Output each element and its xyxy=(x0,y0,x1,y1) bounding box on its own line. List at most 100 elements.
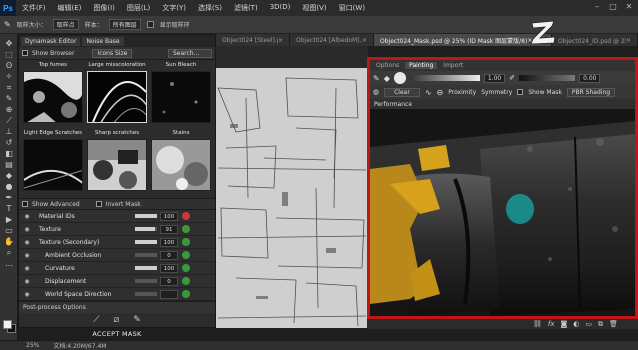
foreground-color-swatch[interactable] xyxy=(3,320,12,329)
new-layer-icon[interactable]: ⧉ xyxy=(598,320,603,329)
close-tab-icon[interactable]: × xyxy=(278,37,283,44)
zoom-level[interactable]: 25% xyxy=(26,342,39,349)
mask-layer-row[interactable]: ◉ Ambient Occlusion 0 xyxy=(19,249,215,262)
menu-item[interactable]: 窗口(W) xyxy=(333,3,371,13)
postprocess-header[interactable]: Post-process Options xyxy=(19,301,215,313)
sample-size-select[interactable]: 取样点 xyxy=(52,19,79,30)
show-ring-checkbox[interactable] xyxy=(146,21,154,28)
shape-tool-icon[interactable]: ▭ xyxy=(0,225,18,236)
document-tab[interactable]: Object024_ID.psd @ 25% (图层... × xyxy=(552,34,638,46)
layer-strength-slider[interactable] xyxy=(135,240,157,244)
path-select-icon[interactable]: ▶ xyxy=(0,214,18,225)
invert-mask-checkbox[interactable] xyxy=(95,201,102,207)
visibility-eye-icon[interactable]: ◉ xyxy=(19,239,35,246)
gradient-tool-icon[interactable]: ▤ xyxy=(0,159,18,170)
mask-layer-row[interactable]: ◉ Texture (Secondary) 100 xyxy=(19,236,215,249)
eraser-tool-icon[interactable]: ◆ xyxy=(384,74,390,83)
layer-strength-slider[interactable] xyxy=(135,292,157,296)
lasso-tool-icon[interactable]: ʘ xyxy=(0,60,18,71)
layer-strength-slider[interactable] xyxy=(135,214,157,218)
tab-noise-base[interactable]: Noise Base xyxy=(82,36,124,46)
layer-color-pin[interactable] xyxy=(182,264,190,272)
menu-item[interactable]: 视图(V) xyxy=(296,3,332,13)
menu-item[interactable]: 编辑(E) xyxy=(52,3,88,13)
eraser-icon[interactable]: ⧄ xyxy=(114,315,120,325)
layer-strength-value[interactable] xyxy=(160,289,178,299)
show-advanced-checkbox[interactable] xyxy=(22,201,28,207)
quick-select-icon[interactable]: ✧ xyxy=(0,71,18,82)
proximity-label[interactable]: Proximity xyxy=(448,89,476,96)
symmetry-label[interactable]: Symmetry xyxy=(481,89,512,96)
healing-tool-icon[interactable]: ⊕ xyxy=(0,104,18,115)
viewport-tab[interactable]: Import xyxy=(439,62,467,69)
layer-strength-value[interactable]: 100 xyxy=(160,211,178,221)
brush-preview[interactable] xyxy=(393,72,406,84)
layer-color-pin[interactable] xyxy=(182,225,190,233)
viewport-tab[interactable]: Painting xyxy=(405,62,438,69)
mask-thumbnail[interactable] xyxy=(23,71,83,123)
layer-color-pin[interactable] xyxy=(182,238,190,246)
layer-strength-slider[interactable] xyxy=(135,279,157,283)
menu-item[interactable]: 滤镜(T) xyxy=(228,3,264,13)
mask-layer-row[interactable]: ◉ Material IDs 100 xyxy=(19,210,215,223)
icon-size-slider[interactable]: Icons Size xyxy=(92,48,133,58)
layer-strength-slider[interactable] xyxy=(135,253,157,257)
mask-icon[interactable]: ◙ xyxy=(561,320,568,328)
visibility-eye-icon[interactable]: ◉ xyxy=(19,226,35,233)
trash-icon[interactable]: 🗑 xyxy=(609,320,618,328)
brush-tool-icon[interactable]: ✎ xyxy=(373,74,380,83)
layer-color-pin[interactable] xyxy=(182,290,190,298)
mask-thumbnail[interactable] xyxy=(87,139,147,191)
fx-icon[interactable]: fx xyxy=(548,320,555,328)
eyedropper-icon[interactable]: ✎ xyxy=(4,20,11,29)
move-tool-icon[interactable]: ✥ xyxy=(0,38,18,49)
type-tool-icon[interactable]: T xyxy=(0,203,18,214)
search-input[interactable]: Search... xyxy=(168,48,212,58)
minimize-icon[interactable]: – xyxy=(592,2,602,12)
document-tab[interactable]: Object024 [Steel].psd × xyxy=(216,34,290,46)
visibility-eye-icon[interactable]: ◉ xyxy=(19,278,35,285)
shading-select[interactable]: PBR Shading xyxy=(566,87,616,97)
crop-tool-icon[interactable]: ⌗ xyxy=(0,82,18,93)
show-browser-checkbox[interactable] xyxy=(22,50,28,56)
stamp-tool-icon[interactable]: ⊥ xyxy=(0,126,18,137)
visibility-eye-icon[interactable]: ◉ xyxy=(19,252,35,259)
zoom-tool-icon[interactable]: ⌕ xyxy=(0,247,18,258)
menu-item[interactable]: 选择(S) xyxy=(192,3,228,13)
visibility-eye-icon[interactable]: ◉ xyxy=(19,213,35,220)
3d-render-view[interactable] xyxy=(370,109,635,316)
layer-strength-slider[interactable] xyxy=(135,227,157,231)
brush-icon[interactable]: ⟋ xyxy=(93,315,99,325)
hardness-slider[interactable] xyxy=(519,75,576,81)
close-icon[interactable]: ✕ xyxy=(624,2,634,12)
dodge-tool-icon[interactable]: ● xyxy=(0,181,18,192)
layer-strength-value[interactable]: 100 xyxy=(160,237,178,247)
performance-header[interactable]: Performance xyxy=(370,99,635,109)
mask-layer-row[interactable]: ◉ Displacement 0 xyxy=(19,275,215,288)
close-tab-icon[interactable]: × xyxy=(362,37,367,44)
more-tools-icon[interactable]: … xyxy=(0,258,18,269)
pen-tool-icon[interactable]: ✒ xyxy=(0,192,18,203)
mask-thumbnail[interactable] xyxy=(23,139,83,191)
mask-layer-row[interactable]: ◉ Curvature 100 xyxy=(19,262,215,275)
history-brush-icon[interactable]: ↺ xyxy=(0,137,18,148)
fill-icon[interactable]: ◍ xyxy=(373,88,379,96)
document-canvas[interactable] xyxy=(216,46,368,328)
opacity-slider[interactable] xyxy=(409,75,480,81)
hardness-value[interactable]: 0.00 xyxy=(579,73,601,83)
mask-thumbnail[interactable] xyxy=(87,71,147,123)
menu-item[interactable]: 3D(D) xyxy=(264,3,297,13)
group-icon[interactable]: ▭ xyxy=(585,320,592,328)
document-tab[interactable]: Object024_Mask.psd @ 25% (ID Mask 图层蒙版/8… xyxy=(374,34,552,46)
maximize-icon[interactable]: □ xyxy=(608,2,618,12)
layer-strength-slider[interactable] xyxy=(135,266,157,270)
show-mask-checkbox[interactable] xyxy=(517,89,524,95)
eyedropper-tool-icon[interactable]: ✎ xyxy=(0,93,18,104)
visibility-eye-icon[interactable]: ◉ xyxy=(19,291,35,298)
menu-item[interactable]: 图像(I) xyxy=(87,3,121,13)
accept-mask-button[interactable]: ACCEPT MASK xyxy=(19,327,215,341)
target-icon[interactable]: ⊖ xyxy=(437,88,444,97)
adjustment-icon[interactable]: ◐ xyxy=(573,320,579,328)
viewport-tab[interactable]: Options xyxy=(372,62,403,69)
clear-button[interactable]: Clear xyxy=(384,87,420,97)
